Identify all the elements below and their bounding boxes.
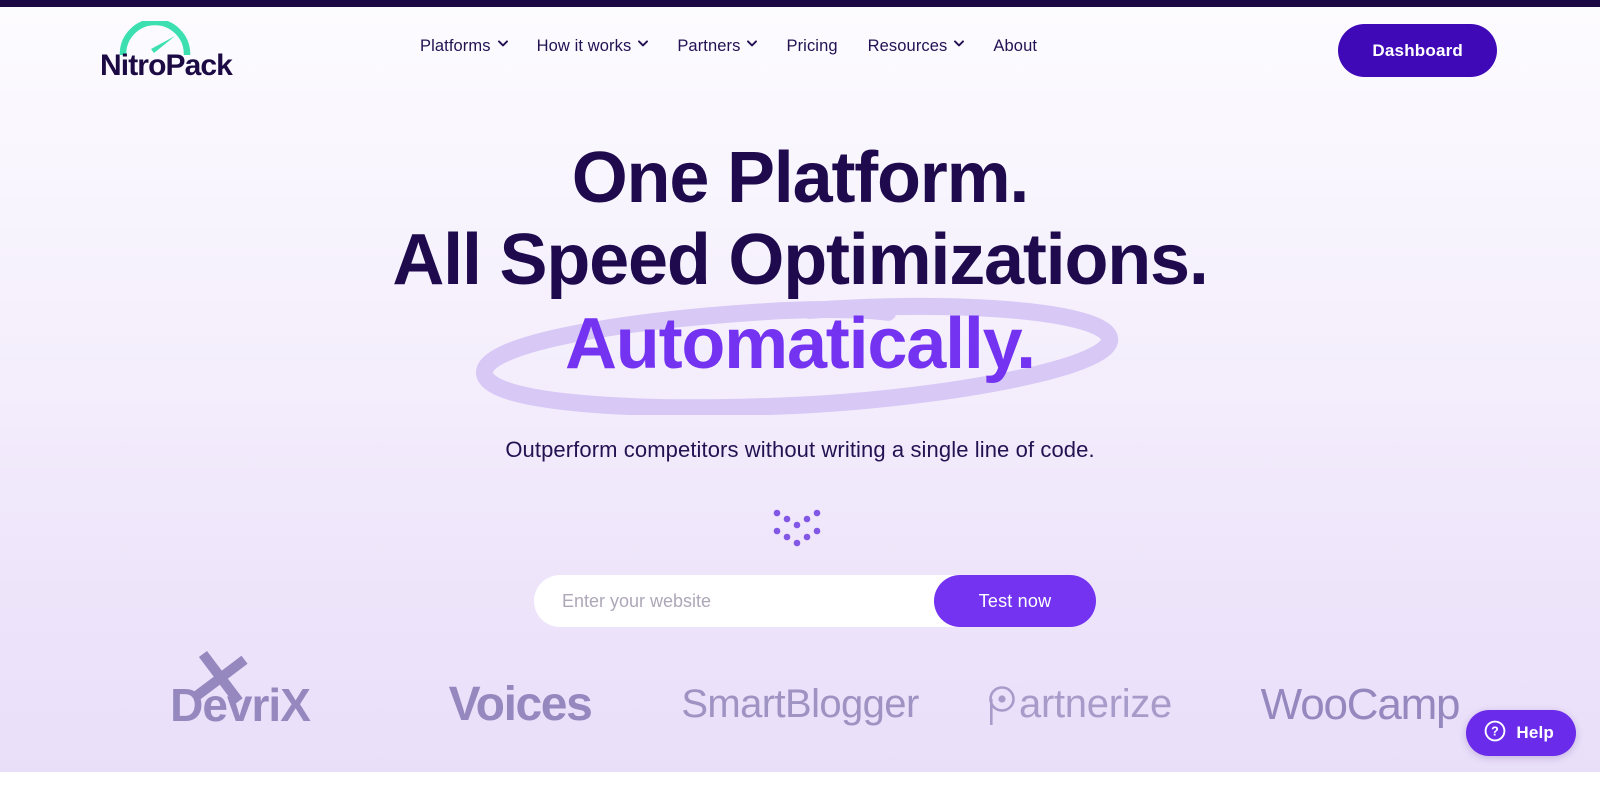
nav-item-resources[interactable]: Resources bbox=[867, 37, 965, 56]
logo-voices: Voices bbox=[380, 662, 660, 747]
nav-item-about[interactable]: About bbox=[993, 37, 1037, 56]
logo-partnerize-label: artnerize bbox=[1019, 682, 1172, 726]
help-widget-button[interactable]: ? Help bbox=[1466, 710, 1576, 756]
chevron-down-icon bbox=[638, 40, 649, 49]
nav-label: Platforms bbox=[420, 37, 491, 55]
nav-item-pricing[interactable]: Pricing bbox=[786, 37, 837, 56]
nav-label: How it works bbox=[536, 37, 632, 55]
hero-section: NitroPack Platforms How it works Partner bbox=[0, 7, 1600, 772]
nav-label: Resources bbox=[867, 37, 948, 55]
headline-highlight-row: Automatically. bbox=[0, 297, 1600, 417]
logo-voices-label: Voices bbox=[448, 678, 593, 731]
logo-woocamp-label: WooCamp bbox=[1260, 679, 1461, 729]
headline-highlight-word: Automatically. bbox=[565, 304, 1036, 384]
logo-smartblogger: SmartBlogger bbox=[660, 662, 940, 747]
question-circle-icon: ? bbox=[1484, 720, 1506, 747]
nav-item-partners[interactable]: Partners bbox=[677, 37, 758, 56]
page-root: NitroPack Platforms How it works Partner bbox=[0, 0, 1600, 802]
nav-label: About bbox=[993, 37, 1038, 55]
x-mark-icon: ✕ bbox=[182, 630, 260, 728]
hero-subtitle: Outperform competitors without writing a… bbox=[505, 437, 1095, 462]
nav-label: Partners bbox=[677, 37, 741, 55]
website-test-form: Test now bbox=[534, 575, 1096, 627]
chevron-down-icon bbox=[497, 40, 508, 49]
help-widget-label: Help bbox=[1516, 723, 1554, 742]
nitropack-logo[interactable]: NitroPack bbox=[100, 18, 280, 87]
chevron-down-icon bbox=[747, 40, 758, 49]
nav-item-platforms[interactable]: Platforms bbox=[420, 37, 508, 56]
dashboard-button[interactable]: Dashboard bbox=[1338, 24, 1497, 77]
headline-line-2: All Speed Optimizations. bbox=[392, 220, 1209, 300]
logo-woocamp: WooCamp bbox=[1220, 662, 1500, 747]
logo-devrix: DevriX ✕ bbox=[100, 631, 380, 747]
logo-smartblogger-label: SmartBlogger bbox=[681, 682, 919, 726]
chevron-down-icon bbox=[954, 40, 965, 49]
top-accent-bar bbox=[0, 0, 1600, 7]
hero-headline: One Platform. All Speed Optimizations. A… bbox=[0, 137, 1600, 417]
svg-text:?: ? bbox=[1492, 724, 1500, 738]
headline-line-1: One Platform. bbox=[571, 138, 1030, 218]
nav-item-how-it-works[interactable]: How it works bbox=[536, 37, 649, 56]
p-dot-mark-icon bbox=[988, 684, 1018, 726]
customer-logos-strip: DevriX ✕ Voices SmartBlogger artnerize W… bbox=[0, 631, 1600, 747]
logo-partnerize: artnerize bbox=[940, 662, 1220, 747]
main-navigation: Platforms How it works Partners Pricing … bbox=[420, 37, 1037, 56]
test-now-button[interactable]: Test now bbox=[934, 575, 1096, 627]
double-chevron-down-dots-icon bbox=[765, 507, 835, 557]
nav-label: Pricing bbox=[786, 37, 838, 55]
site-header: NitroPack Platforms How it works Partner bbox=[0, 7, 1600, 99]
logo-wordmark: NitroPack bbox=[100, 49, 233, 82]
